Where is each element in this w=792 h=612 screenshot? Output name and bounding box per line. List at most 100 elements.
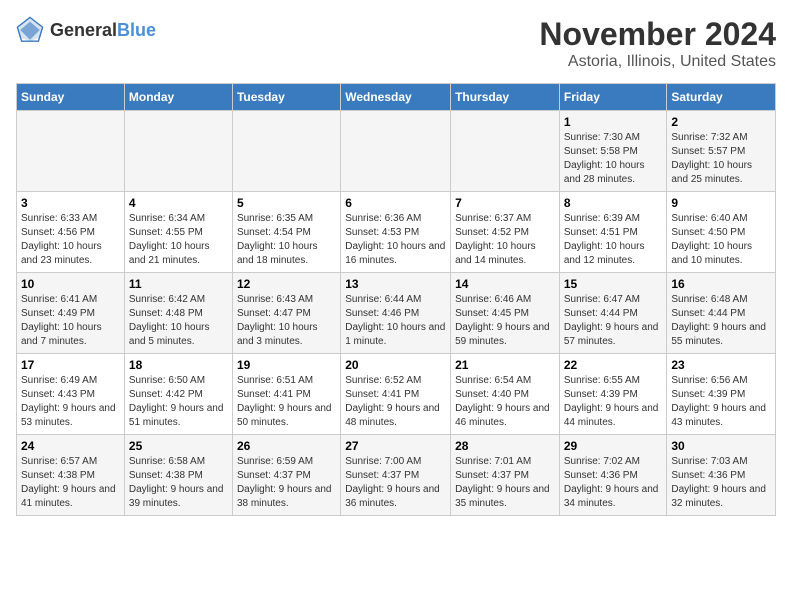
calendar-cell: 29 Sunrise: 7:02 AM Sunset: 4:36 PM Dayli… <box>559 435 667 516</box>
day-number: 24 <box>21 439 120 453</box>
day-number: 30 <box>671 439 771 453</box>
calendar-cell <box>451 111 560 192</box>
calendar-cell: 20Sunrise: 6:52 AM Sunset: 4:41 PM Dayli… <box>341 354 451 435</box>
day-number: 10 <box>21 277 120 291</box>
day-number: 14 <box>455 277 555 291</box>
day-info: Sunrise: 6:59 AM Sunset: 4:37 PM Dayligh… <box>237 455 336 511</box>
col-thursday: Thursday <box>451 84 560 111</box>
day-info: Sunrise: 6:43 AM Sunset: 4:47 PM Dayligh… <box>237 293 336 349</box>
calendar-cell: 13 Sunrise: 6:44 AM Sunset: 4:46 PM Dayli… <box>341 273 451 354</box>
header: GeneralBlue November 2024 Astoria, Illin… <box>16 16 776 71</box>
day-info: Sunrise: 7:01 AM Sunset: 4:37 PM Dayligh… <box>455 455 555 511</box>
day-number: 4 <box>129 196 228 210</box>
calendar-cell: 2Sunrise: 7:32 AM Sunset: 5:57 PM Daylig… <box>667 111 776 192</box>
calendar-cell: 23 Sunrise: 6:56 AM Sunset: 4:39 PM Dayli… <box>667 354 776 435</box>
calendar-cell: 28 Sunrise: 7:01 AM Sunset: 4:37 PM Dayli… <box>451 435 560 516</box>
day-info: Sunrise: 6:34 AM Sunset: 4:55 PM Dayligh… <box>129 212 228 268</box>
day-info: Sunrise: 6:39 AM Sunset: 4:51 PM Dayligh… <box>564 212 663 268</box>
calendar-cell: 25Sunrise: 6:58 AM Sunset: 4:38 PM Dayli… <box>124 435 232 516</box>
calendar-cell: 6Sunrise: 6:36 AM Sunset: 4:53 PM Daylig… <box>341 192 451 273</box>
main-title: November 2024 <box>539 16 776 53</box>
calendar-cell: 3 Sunrise: 6:33 AM Sunset: 4:56 PM Daylig… <box>17 192 125 273</box>
day-info: Sunrise: 6:37 AM Sunset: 4:52 PM Dayligh… <box>455 212 555 268</box>
calendar-cell: 12 Sunrise: 6:43 AM Sunset: 4:47 PM Dayli… <box>232 273 340 354</box>
calendar-cell: 26 Sunrise: 6:59 AM Sunset: 4:37 PM Dayli… <box>232 435 340 516</box>
calendar-week-2: 3 Sunrise: 6:33 AM Sunset: 4:56 PM Daylig… <box>17 192 776 273</box>
calendar-header: Sunday Monday Tuesday Wednesday Thursday… <box>17 84 776 111</box>
day-info: Sunrise: 6:46 AM Sunset: 4:45 PM Dayligh… <box>455 293 555 349</box>
calendar-cell: 21 Sunrise: 6:54 AM Sunset: 4:40 PM Dayli… <box>451 354 560 435</box>
calendar-week-5: 24 Sunrise: 6:57 AM Sunset: 4:38 PM Dayli… <box>17 435 776 516</box>
calendar-table: Sunday Monday Tuesday Wednesday Thursday… <box>16 83 776 516</box>
calendar-cell: 4 Sunrise: 6:34 AM Sunset: 4:55 PM Daylig… <box>124 192 232 273</box>
day-info: Sunrise: 7:30 AM Sunset: 5:58 PM Dayligh… <box>564 131 663 187</box>
calendar-week-1: 1 Sunrise: 7:30 AM Sunset: 5:58 PM Daylig… <box>17 111 776 192</box>
day-number: 3 <box>21 196 120 210</box>
logo-text: GeneralBlue <box>50 20 156 41</box>
day-number: 27 <box>345 439 446 453</box>
calendar-cell: 14 Sunrise: 6:46 AM Sunset: 4:45 PM Dayli… <box>451 273 560 354</box>
calendar-cell: 30 Sunrise: 7:03 AM Sunset: 4:36 PM Dayli… <box>667 435 776 516</box>
title-area: November 2024 Astoria, Illinois, United … <box>539 16 776 71</box>
calendar-cell: 8 Sunrise: 6:39 AM Sunset: 4:51 PM Daylig… <box>559 192 667 273</box>
calendar-cell <box>341 111 451 192</box>
day-number: 11 <box>129 277 228 291</box>
day-info: Sunrise: 6:49 AM Sunset: 4:43 PM Dayligh… <box>21 374 120 430</box>
day-number: 9 <box>671 196 771 210</box>
day-number: 13 <box>345 277 446 291</box>
day-info: Sunrise: 6:44 AM Sunset: 4:46 PM Dayligh… <box>345 293 446 349</box>
day-number: 2 <box>671 115 771 129</box>
day-info: Sunrise: 6:48 AM Sunset: 4:44 PM Dayligh… <box>671 293 771 349</box>
calendar-body: 1 Sunrise: 7:30 AM Sunset: 5:58 PM Daylig… <box>17 111 776 516</box>
subtitle: Astoria, Illinois, United States <box>539 53 776 71</box>
day-number: 18 <box>129 358 228 372</box>
day-info: Sunrise: 6:36 AM Sunset: 4:53 PM Dayligh… <box>345 212 446 268</box>
day-number: 21 <box>455 358 555 372</box>
day-number: 12 <box>237 277 336 291</box>
col-monday: Monday <box>124 84 232 111</box>
day-info: Sunrise: 6:54 AM Sunset: 4:40 PM Dayligh… <box>455 374 555 430</box>
calendar-cell: 7 Sunrise: 6:37 AM Sunset: 4:52 PM Daylig… <box>451 192 560 273</box>
day-info: Sunrise: 7:03 AM Sunset: 4:36 PM Dayligh… <box>671 455 771 511</box>
day-number: 22 <box>564 358 663 372</box>
col-friday: Friday <box>559 84 667 111</box>
calendar-cell: 18 Sunrise: 6:50 AM Sunset: 4:42 PM Dayli… <box>124 354 232 435</box>
day-info: Sunrise: 7:02 AM Sunset: 4:36 PM Dayligh… <box>564 455 663 511</box>
day-number: 1 <box>564 115 663 129</box>
header-row: Sunday Monday Tuesday Wednesday Thursday… <box>17 84 776 111</box>
logo: GeneralBlue <box>16 16 156 44</box>
calendar-week-4: 17 Sunrise: 6:49 AM Sunset: 4:43 PM Dayli… <box>17 354 776 435</box>
day-number: 23 <box>671 358 771 372</box>
day-number: 7 <box>455 196 555 210</box>
day-info: Sunrise: 6:51 AM Sunset: 4:41 PM Dayligh… <box>237 374 336 430</box>
day-number: 17 <box>21 358 120 372</box>
day-number: 25 <box>129 439 228 453</box>
day-number: 5 <box>237 196 336 210</box>
day-number: 16 <box>671 277 771 291</box>
day-number: 8 <box>564 196 663 210</box>
day-info: Sunrise: 7:00 AM Sunset: 4:37 PM Dayligh… <box>345 455 446 511</box>
day-info: Sunrise: 6:50 AM Sunset: 4:42 PM Dayligh… <box>129 374 228 430</box>
day-info: Sunrise: 6:56 AM Sunset: 4:39 PM Dayligh… <box>671 374 771 430</box>
day-info: Sunrise: 6:47 AM Sunset: 4:44 PM Dayligh… <box>564 293 663 349</box>
calendar-cell: 16 Sunrise: 6:48 AM Sunset: 4:44 PM Dayli… <box>667 273 776 354</box>
col-tuesday: Tuesday <box>232 84 340 111</box>
calendar-cell: 10 Sunrise: 6:41 AM Sunset: 4:49 PM Dayli… <box>17 273 125 354</box>
day-number: 28 <box>455 439 555 453</box>
calendar-cell: 15Sunrise: 6:47 AM Sunset: 4:44 PM Dayli… <box>559 273 667 354</box>
day-info: Sunrise: 6:33 AM Sunset: 4:56 PM Dayligh… <box>21 212 120 268</box>
day-info: Sunrise: 6:42 AM Sunset: 4:48 PM Dayligh… <box>129 293 228 349</box>
calendar-cell <box>232 111 340 192</box>
calendar-cell: 9 Sunrise: 6:40 AM Sunset: 4:50 PM Daylig… <box>667 192 776 273</box>
day-info: Sunrise: 6:57 AM Sunset: 4:38 PM Dayligh… <box>21 455 120 511</box>
day-info: Sunrise: 6:41 AM Sunset: 4:49 PM Dayligh… <box>21 293 120 349</box>
calendar-week-3: 10 Sunrise: 6:41 AM Sunset: 4:49 PM Dayli… <box>17 273 776 354</box>
calendar-cell: 19Sunrise: 6:51 AM Sunset: 4:41 PM Dayli… <box>232 354 340 435</box>
day-number: 26 <box>237 439 336 453</box>
calendar-cell: 11 Sunrise: 6:42 AM Sunset: 4:48 PM Dayli… <box>124 273 232 354</box>
calendar-cell: 27 Sunrise: 7:00 AM Sunset: 4:37 PM Dayli… <box>341 435 451 516</box>
col-saturday: Saturday <box>667 84 776 111</box>
day-info: Sunrise: 6:40 AM Sunset: 4:50 PM Dayligh… <box>671 212 771 268</box>
calendar-cell: 17 Sunrise: 6:49 AM Sunset: 4:43 PM Dayli… <box>17 354 125 435</box>
day-number: 29 <box>564 439 663 453</box>
